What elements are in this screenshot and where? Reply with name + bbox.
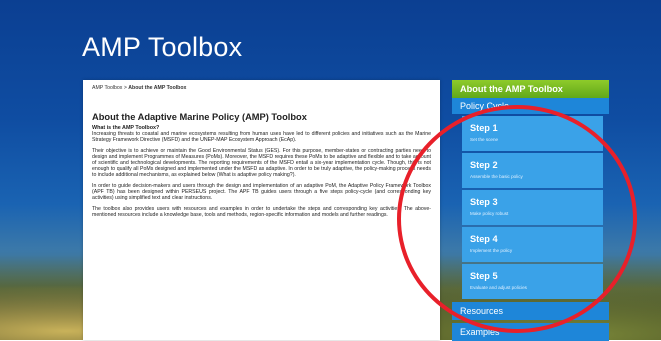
nav-step-2-subtitle: Assemble the basic policy [470,174,523,179]
nav-step-2[interactable]: Step 2 Assemble the basic policy [462,153,603,188]
content-paragraph-4: The toolbox also provides users with res… [92,205,431,218]
breadcrumb: AMP Toolbox > About the AMP Toolbox [92,85,186,91]
sidebar-nav: About the AMP Toolbox Policy Cycle Step … [452,80,609,341]
nav-step-3[interactable]: Step 3 Make policy robust [462,190,603,225]
nav-step-5-label: Step 5 [470,271,498,281]
content-panel: AMP Toolbox > About the AMP Toolbox Abou… [83,80,440,340]
page-heading: About the Adaptive Marine Policy (AMP) T… [92,112,307,122]
nav-examples[interactable]: Examples [452,323,609,341]
nav-step-1[interactable]: Step 1 Set the scene [462,116,603,151]
nav-step-4[interactable]: Step 4 Implement the policy [462,227,603,262]
content-paragraph-3: In order to guide decision-makers and us… [92,182,431,201]
nav-step-3-subtitle: Make policy robust [470,211,509,216]
nav-step-4-subtitle: Implement the policy [470,248,513,253]
breadcrumb-current: About the AMP Toolbox [128,85,187,91]
nav-step-3-label: Step 3 [470,197,498,207]
nav-step-5-subtitle: Evaluate and adjust policies [470,285,527,290]
site-title: AMP Toolbox [82,32,243,62]
nav-resources[interactable]: Resources [452,302,609,320]
breadcrumb-home-link[interactable]: AMP Toolbox [92,85,122,91]
nav-policy-cycle[interactable]: Policy Cycle [452,98,609,114]
nav-step-5[interactable]: Step 5 Evaluate and adjust policies [462,264,603,299]
nav-about-amp-toolbox[interactable]: About the AMP Toolbox [452,80,609,98]
nav-step-1-subtitle: Set the scene [470,137,499,142]
content-paragraph-2: Their objective is to achieve or maintai… [92,147,431,179]
nav-step-4-label: Step 4 [470,234,498,244]
nav-step-1-label: Step 1 [470,123,498,133]
content-body: What is the AMP Toolbox? Increasing thre… [92,125,431,222]
content-paragraph-1: Increasing threats to coastal and marine… [92,131,431,144]
nav-step-2-label: Step 2 [470,160,498,170]
